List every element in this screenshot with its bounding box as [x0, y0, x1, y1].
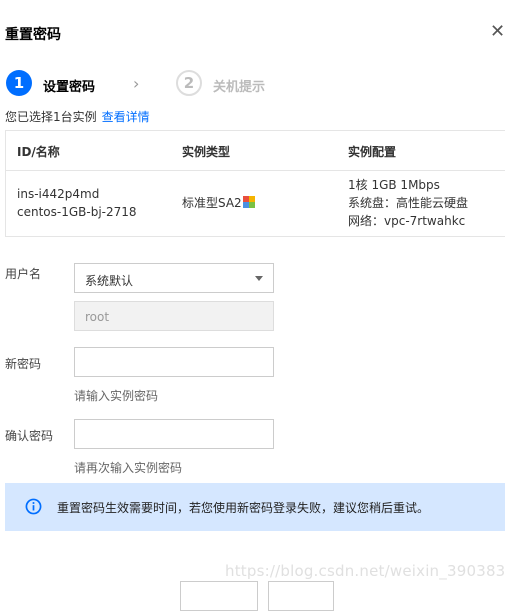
step-2-label: 关机提示 [213, 80, 266, 95]
notice-banner: 重置密码生效需要时间，若您使用新密码登录失败，建议您稍后重试。 [5, 483, 505, 531]
username-field: root [74, 301, 274, 331]
new-password-input[interactable] [74, 347, 274, 377]
username-value: root [85, 310, 110, 324]
watermark: https://blog.csdn.net/weixin_39038328 [225, 562, 505, 580]
instance-table: ID/名称 实例类型 实例配置 ins-i442p4md centos-1GB-… [5, 130, 505, 237]
username-label: 用户名 [5, 267, 42, 281]
step-1-number: 1 [6, 70, 32, 96]
notice-text: 重置密码生效需要时间，若您使用新密码登录失败，建议您稍后重试。 [57, 501, 430, 515]
new-password-hint: 请输入实例密码 [74, 389, 159, 403]
dialog-title: 重置密码 [5, 27, 61, 43]
instance-config-cpu: 1核 1GB 1Mbps [348, 178, 440, 192]
confirm-password-label: 确认密码 [5, 429, 54, 443]
column-header-type: 实例类型 [182, 145, 231, 159]
caret-down-icon [255, 276, 263, 281]
username-select[interactable]: 系统默认 [74, 263, 274, 293]
instance-config-disk: 系统盘：高性能云硬盘 [348, 196, 469, 210]
confirm-password-hint: 请再次输入实例密码 [74, 461, 183, 475]
column-header-id: ID/名称 [17, 145, 60, 159]
selection-summary: 您已选择1台实例 查看详情 [5, 108, 150, 125]
primary-button-partial[interactable] [180, 581, 258, 611]
step-1-label: 设置密码 [43, 80, 96, 95]
instance-id: ins-i442p4md [17, 187, 100, 201]
selection-text: 您已选择1台实例 [5, 110, 97, 124]
step-2-number: 2 [176, 70, 202, 96]
new-password-label: 新密码 [5, 357, 42, 371]
instance-type-cell: 标准型SA2 [182, 194, 255, 212]
column-header-config: 实例配置 [348, 145, 397, 159]
view-details-link[interactable]: 查看详情 [102, 110, 150, 124]
close-icon[interactable]: ✕ [490, 22, 505, 42]
instance-name: centos-1GB-bj-2718 [17, 205, 137, 219]
instance-type: 标准型SA2 [182, 196, 242, 210]
chevron-right-icon: › [133, 74, 140, 93]
info-icon [25, 498, 42, 515]
instance-config-network: 网络：vpc-7rtwahkc [348, 214, 466, 228]
table-header: ID/名称 实例类型 实例配置 [6, 131, 505, 171]
confirm-password-input[interactable] [74, 419, 274, 449]
secondary-button-partial[interactable] [268, 581, 334, 611]
username-select-value: 系统默认 [85, 274, 134, 288]
instance-type-icon [242, 196, 255, 208]
